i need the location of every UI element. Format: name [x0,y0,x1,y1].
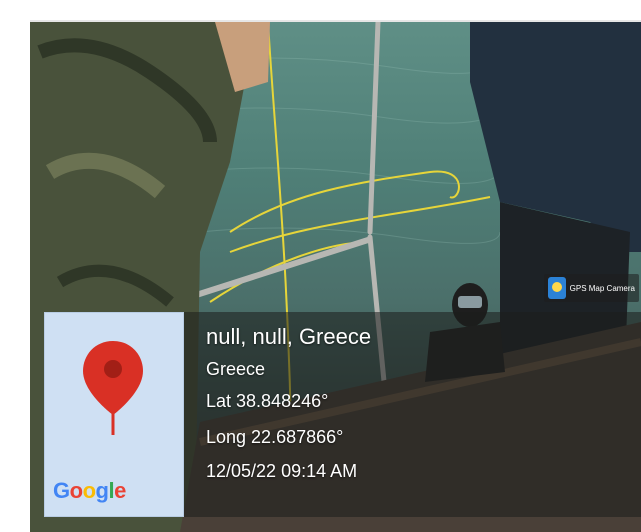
screenshot-frame: Google null, null, Greece Greece Lat 38.… [0,0,641,532]
photo: Google null, null, Greece Greece Lat 38.… [30,22,641,532]
gps-map-camera-label: GPS Map Camera [569,283,635,293]
google-logo: Google [53,478,126,503]
address-text: null, null, Greece [206,324,372,349]
geotag-info: null, null, Greece Greece Lat 38.848246°… [206,324,372,481]
latitude-text: Lat 38.848246° [206,391,329,411]
gps-map-camera-icon [547,277,566,299]
gps-map-camera-badge: GPS Map Camera [543,274,639,302]
longitude-text: Long 22.687866° [206,427,344,447]
map-thumbnail[interactable]: Google [44,312,184,517]
country-text: Greece [206,359,266,379]
datetime-text: 12/05/22 09:14 AM [206,461,358,481]
